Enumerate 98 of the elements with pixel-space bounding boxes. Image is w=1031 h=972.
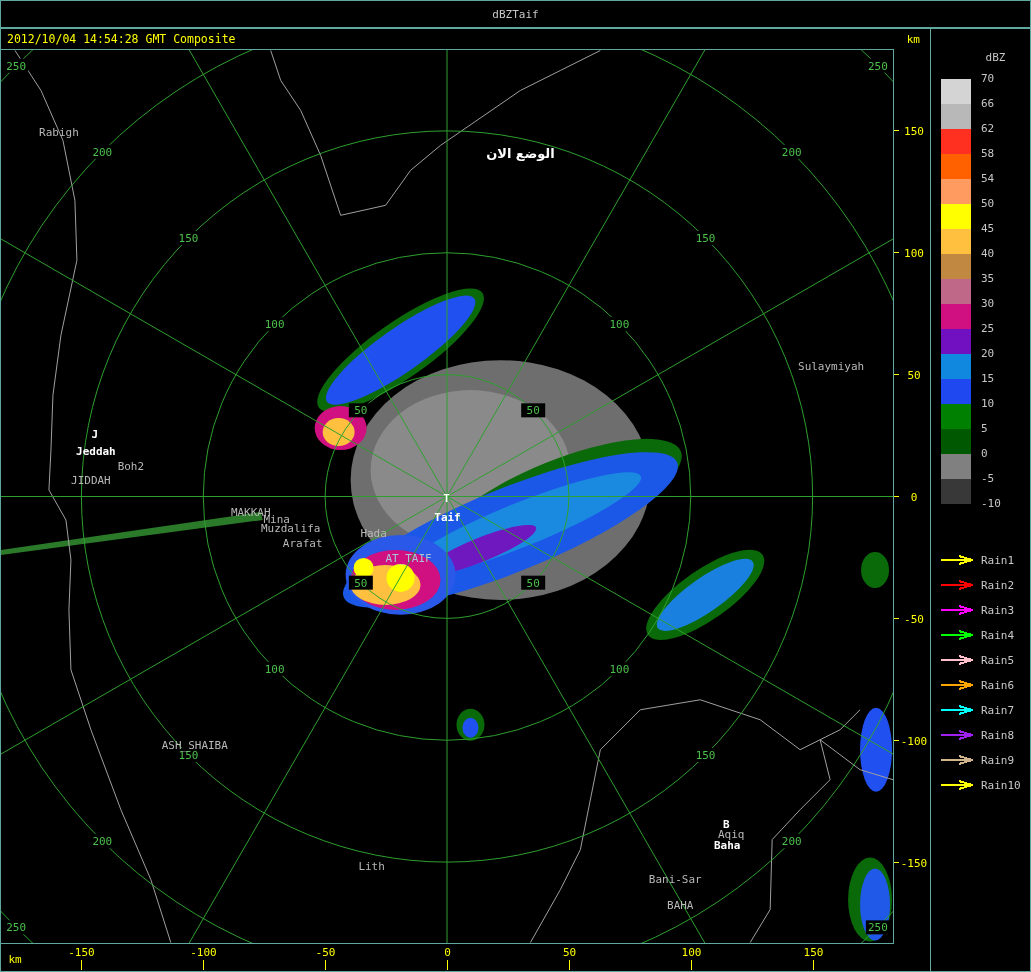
- place-label: Boh2: [117, 460, 145, 474]
- track-label: Rain6: [981, 678, 1015, 692]
- unit-label: km: [8, 953, 22, 966]
- level-label: 45: [981, 222, 995, 235]
- radar-echo-drawing: [861, 551, 890, 588]
- range-label: 200: [92, 145, 113, 159]
- place-label: ASH_SHAIBA: [161, 738, 228, 752]
- tick-label: -150: [68, 946, 95, 959]
- tick-label: -100: [900, 734, 928, 748]
- tick-label: -50: [315, 946, 336, 959]
- level-label: 40: [981, 247, 995, 260]
- timestamp-label: 2012/10/04 14:54:28 GMT Composite: [7, 32, 236, 46]
- level-label: 70: [981, 72, 995, 85]
- tick-label: -150: [900, 856, 928, 870]
- tick-mark: [813, 959, 814, 971]
- level-label: 66: [981, 97, 995, 110]
- range-label: 150: [178, 232, 199, 245]
- tick-label: 0: [910, 490, 918, 504]
- place-label: BAHA: [667, 898, 694, 912]
- level-label: -5: [981, 472, 995, 485]
- place-label: Taif: [434, 510, 461, 524]
- unit-label: km: [906, 32, 920, 46]
- tick-mark: [325, 959, 326, 971]
- place-label: Lith: [358, 859, 385, 873]
- tick-label: -100: [190, 946, 217, 959]
- level-label: 15: [981, 372, 995, 385]
- tick-mark: [203, 959, 204, 971]
- track-label: Rain4: [981, 628, 1015, 642]
- tick-label: 100: [681, 946, 702, 959]
- range-label: 250: [6, 921, 27, 935]
- range-label: 100: [264, 318, 285, 332]
- tick-label: 50: [562, 946, 577, 959]
- level-label: 35: [981, 272, 995, 285]
- range-label: 250: [6, 59, 27, 73]
- level-label: 50: [981, 197, 995, 210]
- legend-title: dBZ: [984, 51, 1007, 66]
- range-label: 50: [354, 404, 368, 418]
- range-label: 100: [264, 662, 285, 676]
- range-label: 50: [526, 404, 540, 418]
- range-label: 150: [178, 749, 199, 762]
- tick-mark: [894, 618, 900, 619]
- range-label: 200: [781, 835, 802, 849]
- level-label: 0: [981, 447, 988, 460]
- level-label: 54: [981, 172, 995, 185]
- tick-label: 0: [444, 946, 451, 959]
- place-label: Sulaymiyah: [798, 360, 865, 374]
- track-label: Rain10: [981, 778, 1021, 792]
- level-label: 10: [981, 397, 995, 410]
- place-label: الوضع الان: [486, 146, 555, 162]
- place-label: Bani-Sar: [648, 872, 702, 886]
- track-label: Rain7: [981, 703, 1015, 717]
- track-label: Rain9: [981, 753, 1015, 767]
- range-label: 150: [695, 232, 716, 245]
- track-label: Rain2: [981, 578, 1015, 592]
- tick-mark: [894, 252, 900, 253]
- place-label: Baha: [714, 838, 741, 852]
- tick-mark: [691, 959, 692, 971]
- place-label: JIDDAH: [71, 474, 111, 487]
- place-label: Arafat: [282, 536, 323, 550]
- radar-echo-drawing: [456, 708, 485, 741]
- range-label: 100: [609, 662, 630, 676]
- window-title: dBZTaif: [492, 7, 539, 21]
- place-label: T: [443, 492, 450, 505]
- track-label: Rain1: [981, 553, 1015, 567]
- tick-mark: [81, 959, 82, 971]
- tick-label: 150: [904, 124, 924, 138]
- track-label: Rain5: [981, 653, 1015, 667]
- range-label: 200: [92, 835, 113, 849]
- place-label: J: [91, 428, 99, 442]
- tick-label: -50: [904, 612, 924, 626]
- tick-mark: [447, 959, 448, 971]
- range-label: 100: [609, 318, 630, 332]
- tick-label: 50: [907, 368, 921, 382]
- range-label: 50: [354, 576, 368, 590]
- tick-label: 150: [803, 946, 824, 959]
- tick-mark: [894, 130, 900, 131]
- level-label: 62: [981, 122, 995, 135]
- range-label: 250: [867, 59, 888, 73]
- range-label: 150: [695, 749, 716, 762]
- track-label: Rain8: [981, 728, 1015, 742]
- level-label: 20: [981, 347, 995, 360]
- tick-label: 100: [904, 246, 924, 260]
- range-label: 50: [526, 576, 540, 590]
- track-label: Rain3: [981, 603, 1015, 617]
- level-label: 30: [981, 297, 995, 310]
- tick-mark: [569, 959, 570, 971]
- level-label: 5: [981, 422, 988, 435]
- tick-mark: [894, 496, 900, 497]
- place-label: Jeddah: [76, 445, 116, 459]
- tick-mark: [894, 740, 900, 741]
- tick-mark: [894, 374, 900, 375]
- range-label: 250: [867, 921, 888, 935]
- tick-mark: [894, 862, 900, 863]
- place-label: Rabigh: [39, 126, 79, 140]
- level-label: 25: [981, 322, 995, 335]
- level-label: 58: [981, 147, 995, 160]
- range-label: 200: [781, 145, 802, 159]
- level-label: -10: [981, 497, 1001, 510]
